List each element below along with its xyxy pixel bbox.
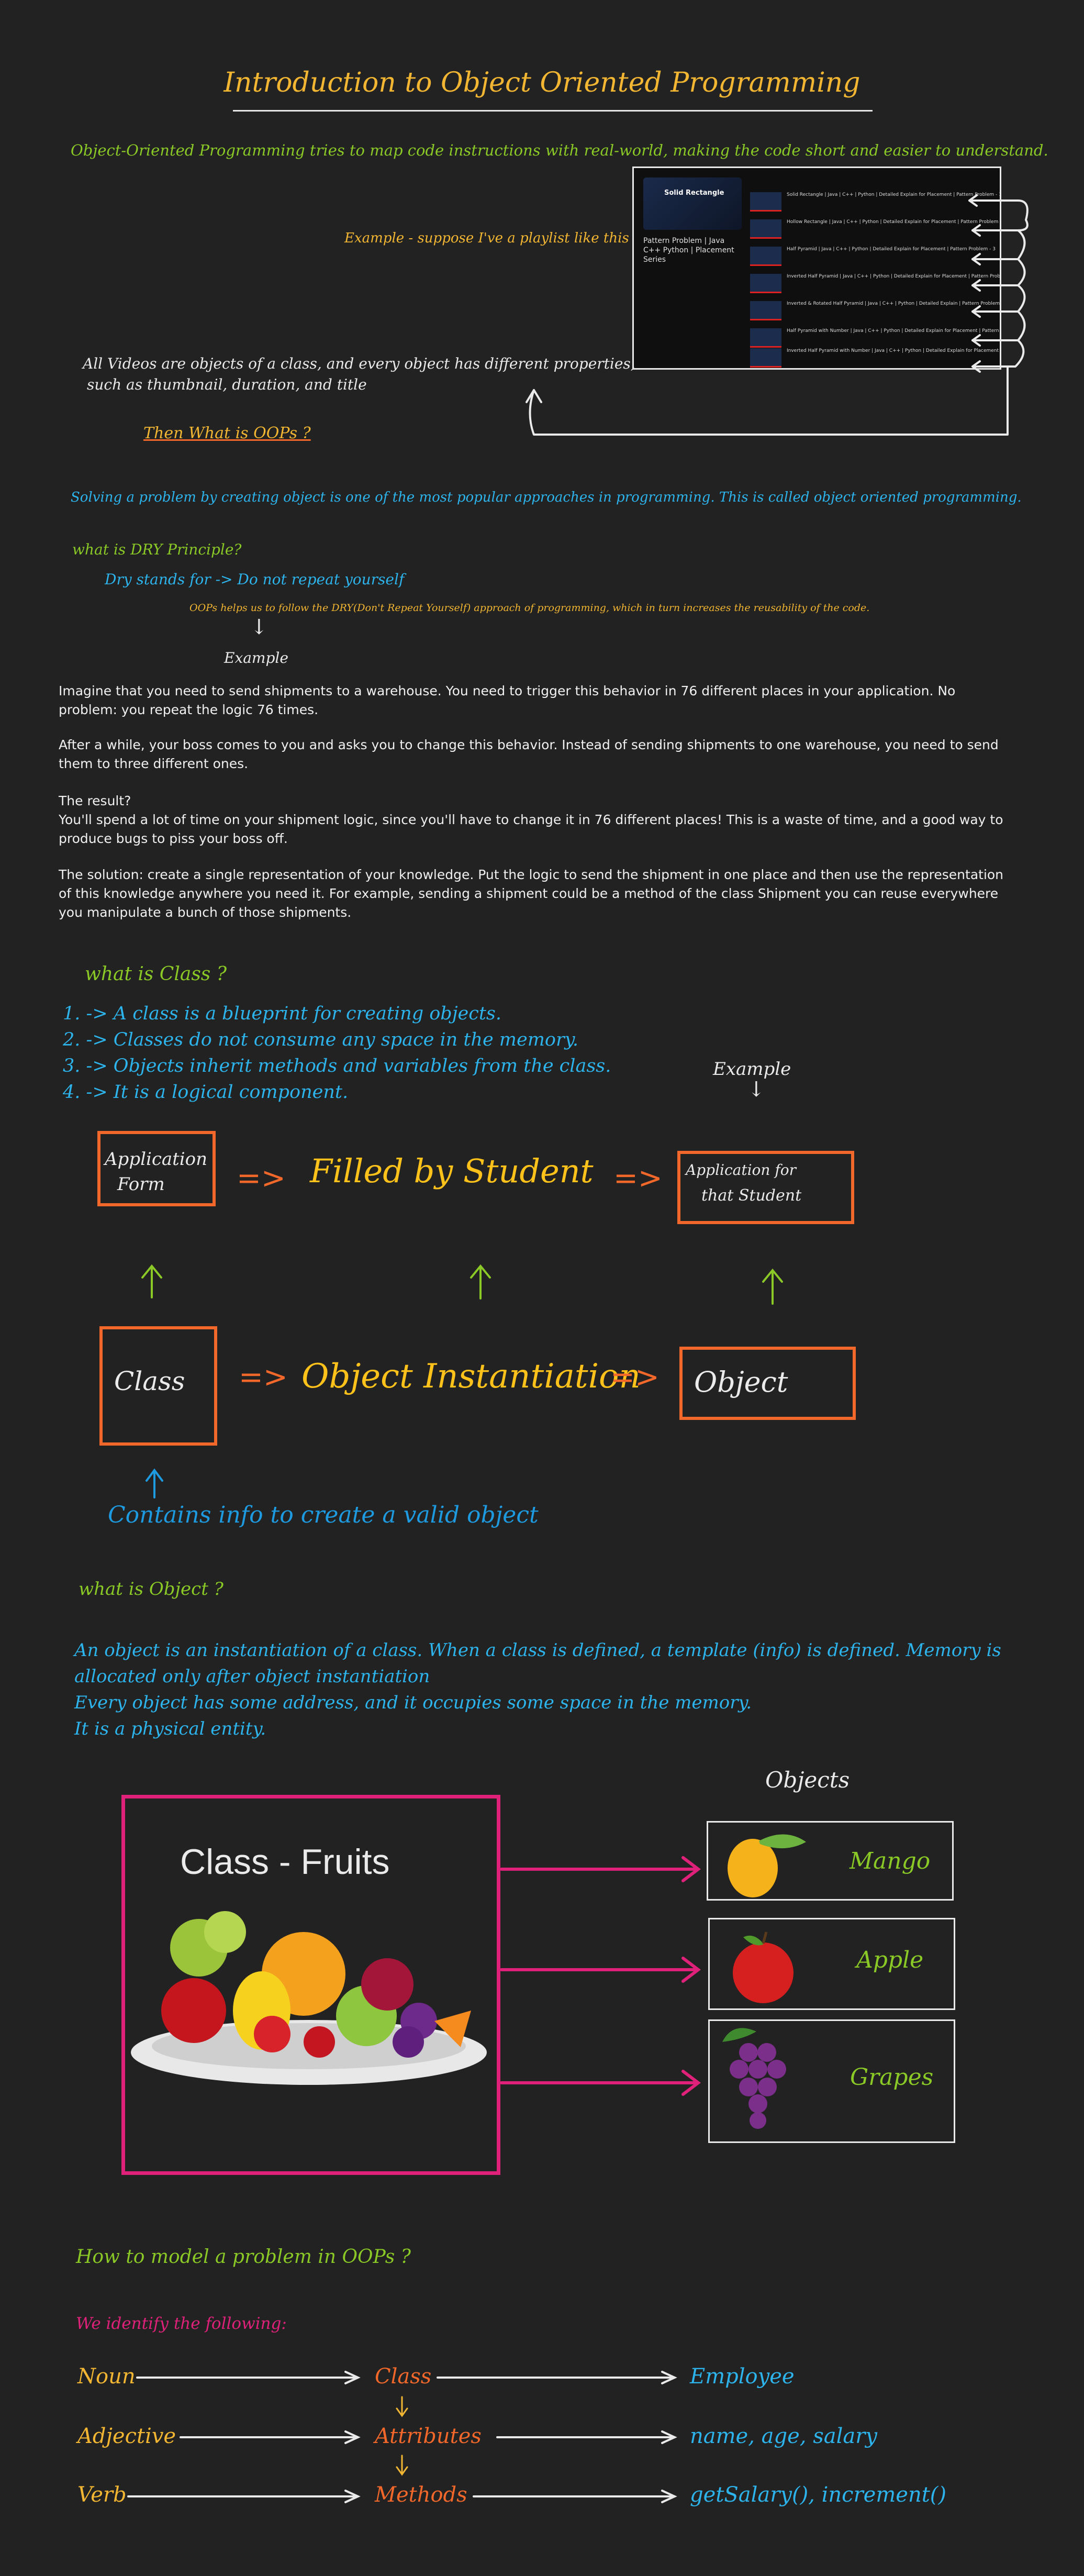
arrow-icon [496,2430,677,2444]
back-arrow-icon [529,365,1009,436]
mango-icon [728,1834,806,1897]
arrow-icon [180,2430,361,2444]
arrow-icon [437,2371,677,2384]
down-arrow-icon [396,2396,408,2417]
up-arrow-icon [470,1264,491,1300]
up-arrow-icon [146,1468,163,1498]
up-arrow-icon [141,1264,162,1298]
playlist-arrows-icon [968,194,1029,373]
arrow-to-grapes-icon [500,2070,701,2096]
arrow-icon [127,2490,361,2503]
up-arrow-icon [762,1268,783,1305]
apple-icon [733,1931,794,2003]
grapes-icon [722,2028,786,2129]
arrow-to-apple-icon [500,1957,701,1983]
diagram-drawings [127,194,1029,2503]
arrow-to-mango-icon [500,1856,701,1882]
arrow-icon [136,2371,361,2384]
down-arrow-icon [396,2455,408,2476]
fruit-bowl-icon [131,1911,487,2085]
arrow-icon [473,2490,677,2503]
